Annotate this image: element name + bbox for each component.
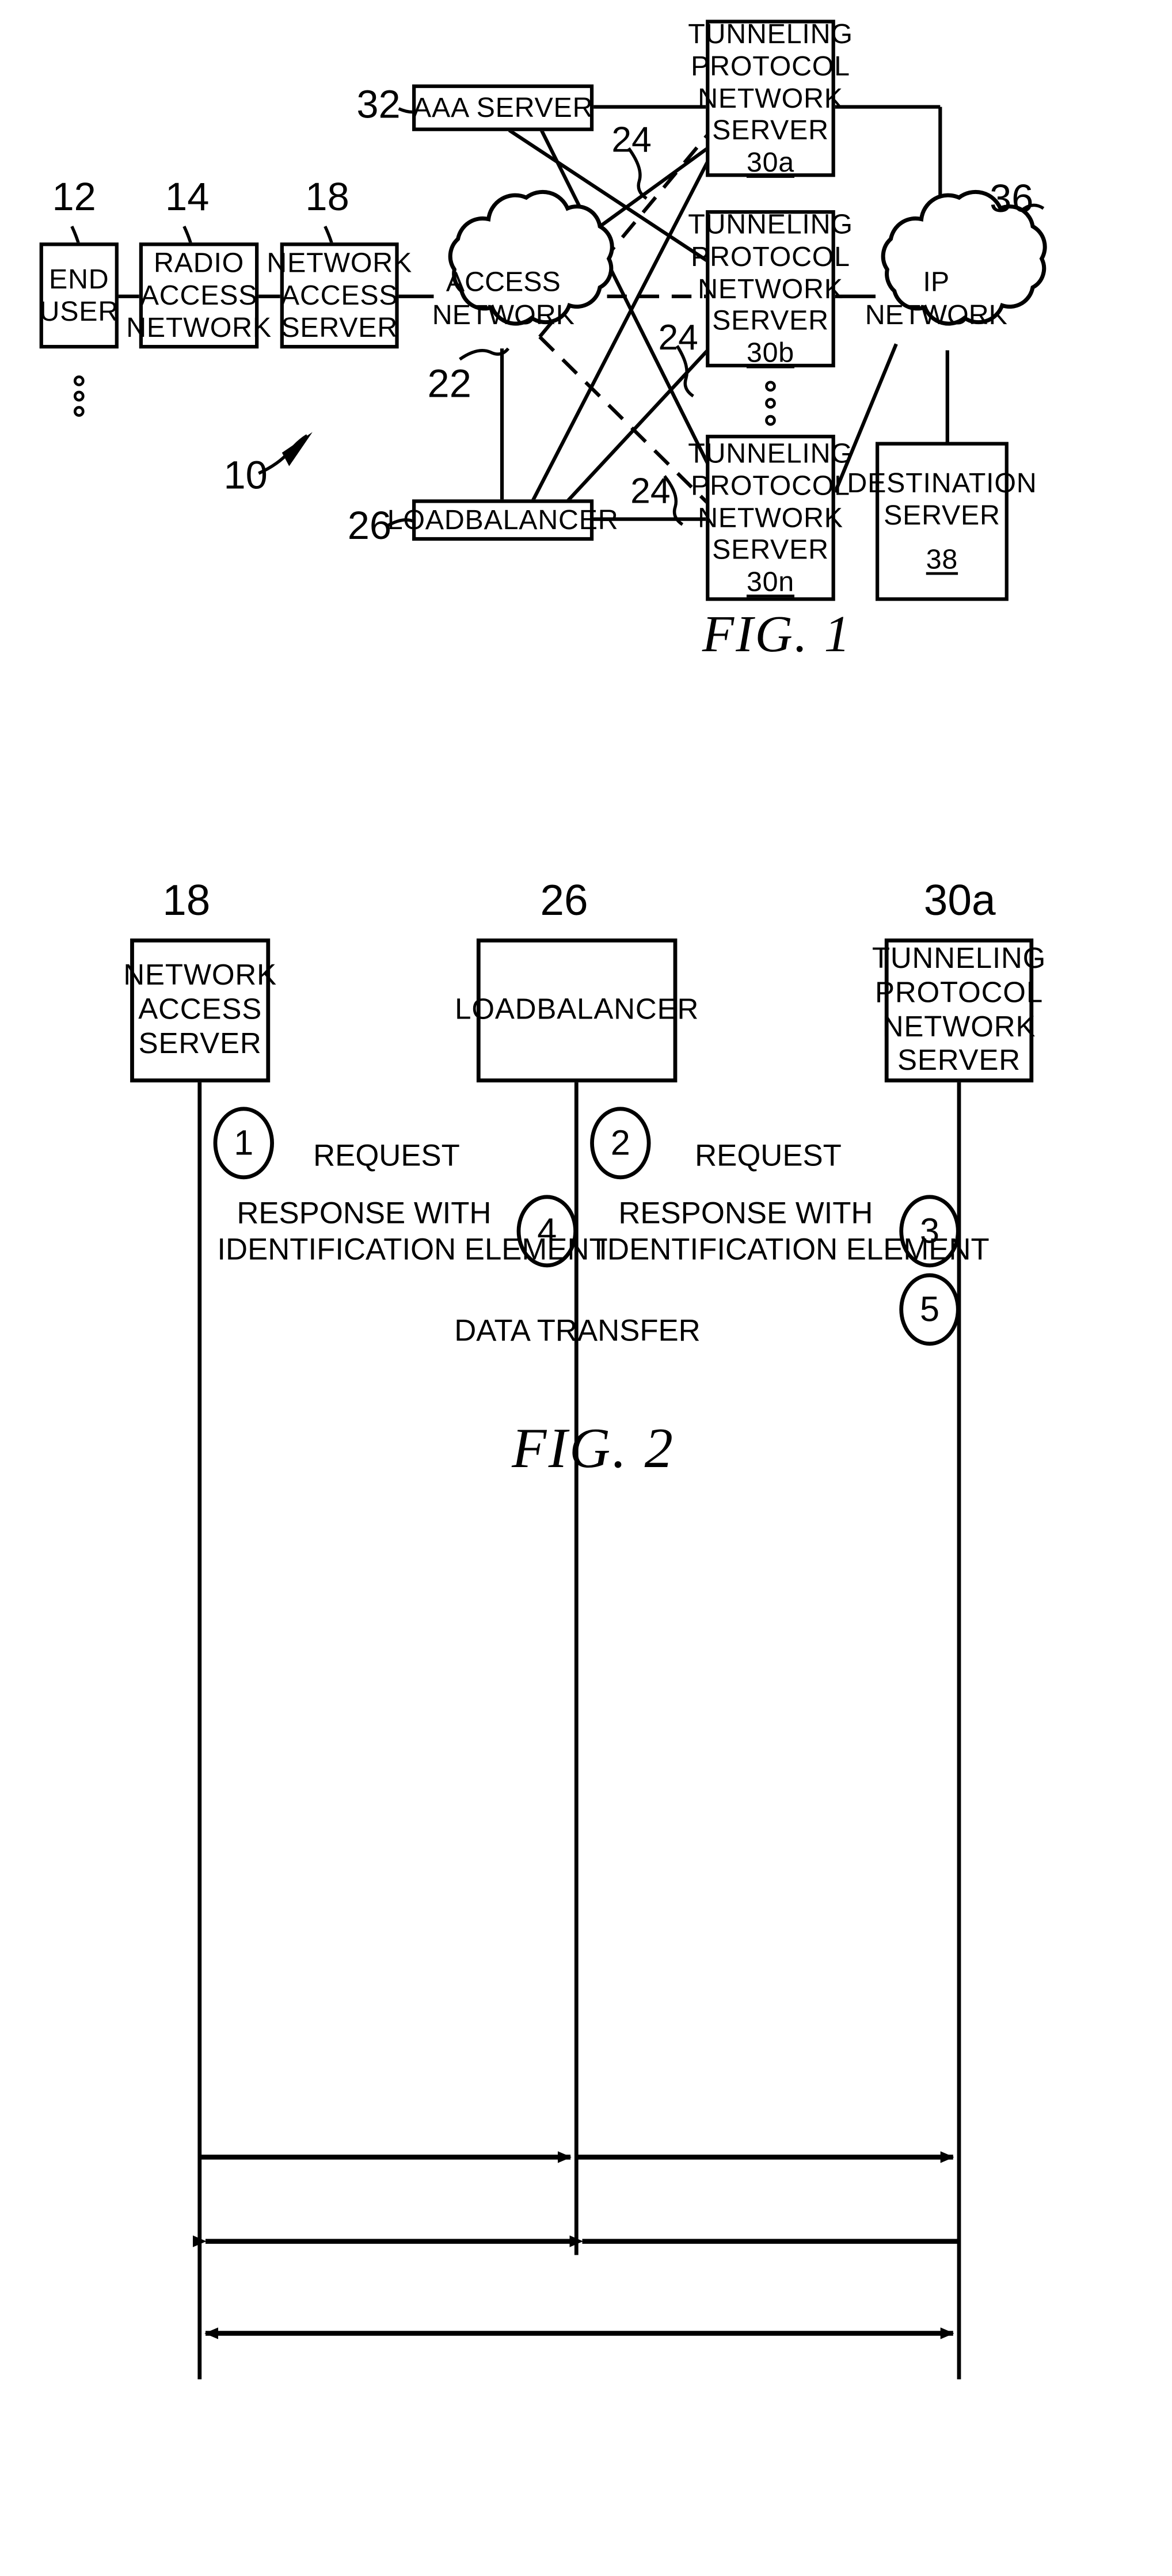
step-circle-1: 1 <box>213 1107 274 1180</box>
fig2-loadbalancer-box[interactable]: LOADBALANCER <box>455 939 698 1082</box>
step-circle-5: 5 <box>899 1273 960 1346</box>
message-label-3: RESPONSE WITH IDENTIFICATION ELEMENT <box>599 1195 989 1267</box>
figure-2: NETWORK ACCESS SERVER LOADBALANCER TUNNE… <box>0 0 1172 2576</box>
fig2-tpns-line-3: NETWORK <box>882 1010 1036 1043</box>
fig2-network-access-server-box[interactable]: NETWORK ACCESS SERVER <box>123 939 276 1082</box>
step-circle-2: 2 <box>590 1107 651 1180</box>
fig2-nas-line-2: ACCESS <box>138 993 262 1026</box>
message-label-5: DATA TRANSFER <box>454 1313 701 1348</box>
figure-2-caption: FIG. 2 <box>512 1416 675 1480</box>
figure-2-lines <box>184 943 966 2380</box>
fig2-loadbalancer-label: LOADBALANCER <box>455 993 699 1026</box>
message-label-1: REQUEST <box>313 1138 460 1173</box>
fig2-tpns-line-1: TUNNELING <box>872 942 1047 975</box>
fig2-nas-line-3: SERVER <box>138 1027 262 1060</box>
fig2-tpns-line-4: SERVER <box>897 1044 1021 1077</box>
fig2-tpns-line-2: PROTOCOL <box>874 976 1044 1009</box>
message-label-4-line-1: RESPONSE WITH <box>237 1196 492 1230</box>
fig2-ref-18: 18 <box>162 876 211 925</box>
message-label-3-line-2: IDENTIFICATION ELEMENT <box>599 1232 990 1267</box>
message-label-2: REQUEST <box>695 1138 842 1173</box>
message-label-4: RESPONSE WITH IDENTIFICATION ELEMENT <box>217 1195 607 1267</box>
fig2-nas-line-1: NETWORK <box>123 959 277 992</box>
fig2-ref-30a: 30a <box>923 876 996 925</box>
fig2-tunneling-protocol-network-server-box[interactable]: TUNNELING PROTOCOL NETWORK SERVER <box>872 939 1045 1082</box>
message-label-3-line-1: RESPONSE WITH <box>618 1196 873 1230</box>
message-label-4-line-2: IDENTIFICATION ELEMENT <box>217 1232 608 1267</box>
fig2-ref-26: 26 <box>540 876 588 925</box>
